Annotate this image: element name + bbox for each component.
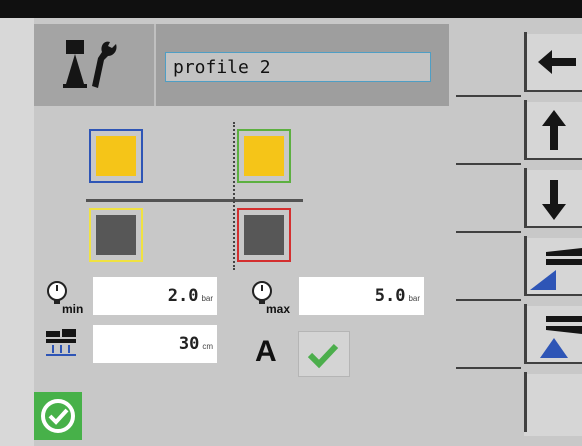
raise-button[interactable] bbox=[524, 238, 582, 294]
distance-field[interactable]: 30 cm bbox=[93, 325, 217, 363]
separator bbox=[456, 299, 521, 301]
confirm-button[interactable] bbox=[34, 392, 82, 440]
up-button[interactable] bbox=[524, 102, 582, 158]
distance-value: 30 bbox=[178, 334, 200, 354]
max-pressure-field[interactable]: 5.0 bar bbox=[299, 277, 424, 315]
separator bbox=[456, 367, 521, 369]
min-label: min bbox=[62, 302, 84, 316]
separator bbox=[524, 32, 527, 90]
left-bezel bbox=[0, 18, 34, 446]
distance-unit: cm bbox=[202, 342, 213, 351]
separator bbox=[524, 294, 582, 296]
confirm-check-icon bbox=[41, 399, 75, 433]
color-fill bbox=[244, 215, 284, 255]
grid-divider-vertical bbox=[233, 122, 235, 270]
auto-mode-label: A bbox=[255, 335, 277, 368]
separator bbox=[524, 236, 527, 294]
min-pressure-value: 2.0 bbox=[167, 286, 199, 306]
grid-divider-horizontal bbox=[86, 199, 303, 202]
min-pressure-unit: bar bbox=[201, 294, 213, 303]
separator bbox=[524, 372, 527, 432]
profile-name-field[interactable]: profile 2 bbox=[165, 52, 431, 82]
raise-icon bbox=[530, 248, 582, 290]
color-fill bbox=[96, 136, 136, 176]
top-bezel bbox=[0, 0, 582, 18]
lower-icon bbox=[540, 316, 582, 358]
tools-icon bbox=[63, 40, 117, 88]
separator bbox=[524, 90, 582, 92]
color-fill bbox=[96, 215, 136, 255]
check-icon bbox=[307, 343, 339, 369]
arrow-left-icon bbox=[538, 50, 576, 74]
back-button[interactable] bbox=[524, 34, 582, 90]
max-pressure-unit: bar bbox=[408, 294, 420, 303]
auto-mode-toggle[interactable] bbox=[298, 331, 350, 377]
max-label: max bbox=[266, 302, 291, 316]
arrow-down-icon bbox=[542, 180, 566, 220]
separator bbox=[456, 163, 521, 165]
distance-icon bbox=[46, 329, 76, 356]
color-slot-bottom-left[interactable] bbox=[89, 208, 143, 262]
settings-button[interactable] bbox=[34, 24, 156, 106]
color-slot-top-right[interactable] bbox=[237, 129, 291, 183]
color-fill bbox=[244, 136, 284, 176]
separator bbox=[524, 158, 582, 160]
lower-button[interactable] bbox=[524, 306, 582, 362]
color-slot-top-left[interactable] bbox=[89, 129, 143, 183]
min-pressure-field[interactable]: 2.0 bar bbox=[93, 277, 217, 315]
empty-softkey[interactable] bbox=[524, 374, 582, 436]
arrow-up-icon bbox=[542, 110, 566, 150]
down-button[interactable] bbox=[524, 170, 582, 226]
separator bbox=[456, 95, 521, 97]
separator bbox=[524, 362, 582, 364]
max-pressure-value: 5.0 bbox=[374, 286, 406, 306]
separator bbox=[524, 100, 527, 158]
separator bbox=[524, 168, 527, 226]
separator bbox=[524, 304, 527, 362]
color-slot-bottom-right[interactable] bbox=[237, 208, 291, 262]
separator bbox=[524, 226, 582, 228]
separator bbox=[456, 231, 521, 233]
